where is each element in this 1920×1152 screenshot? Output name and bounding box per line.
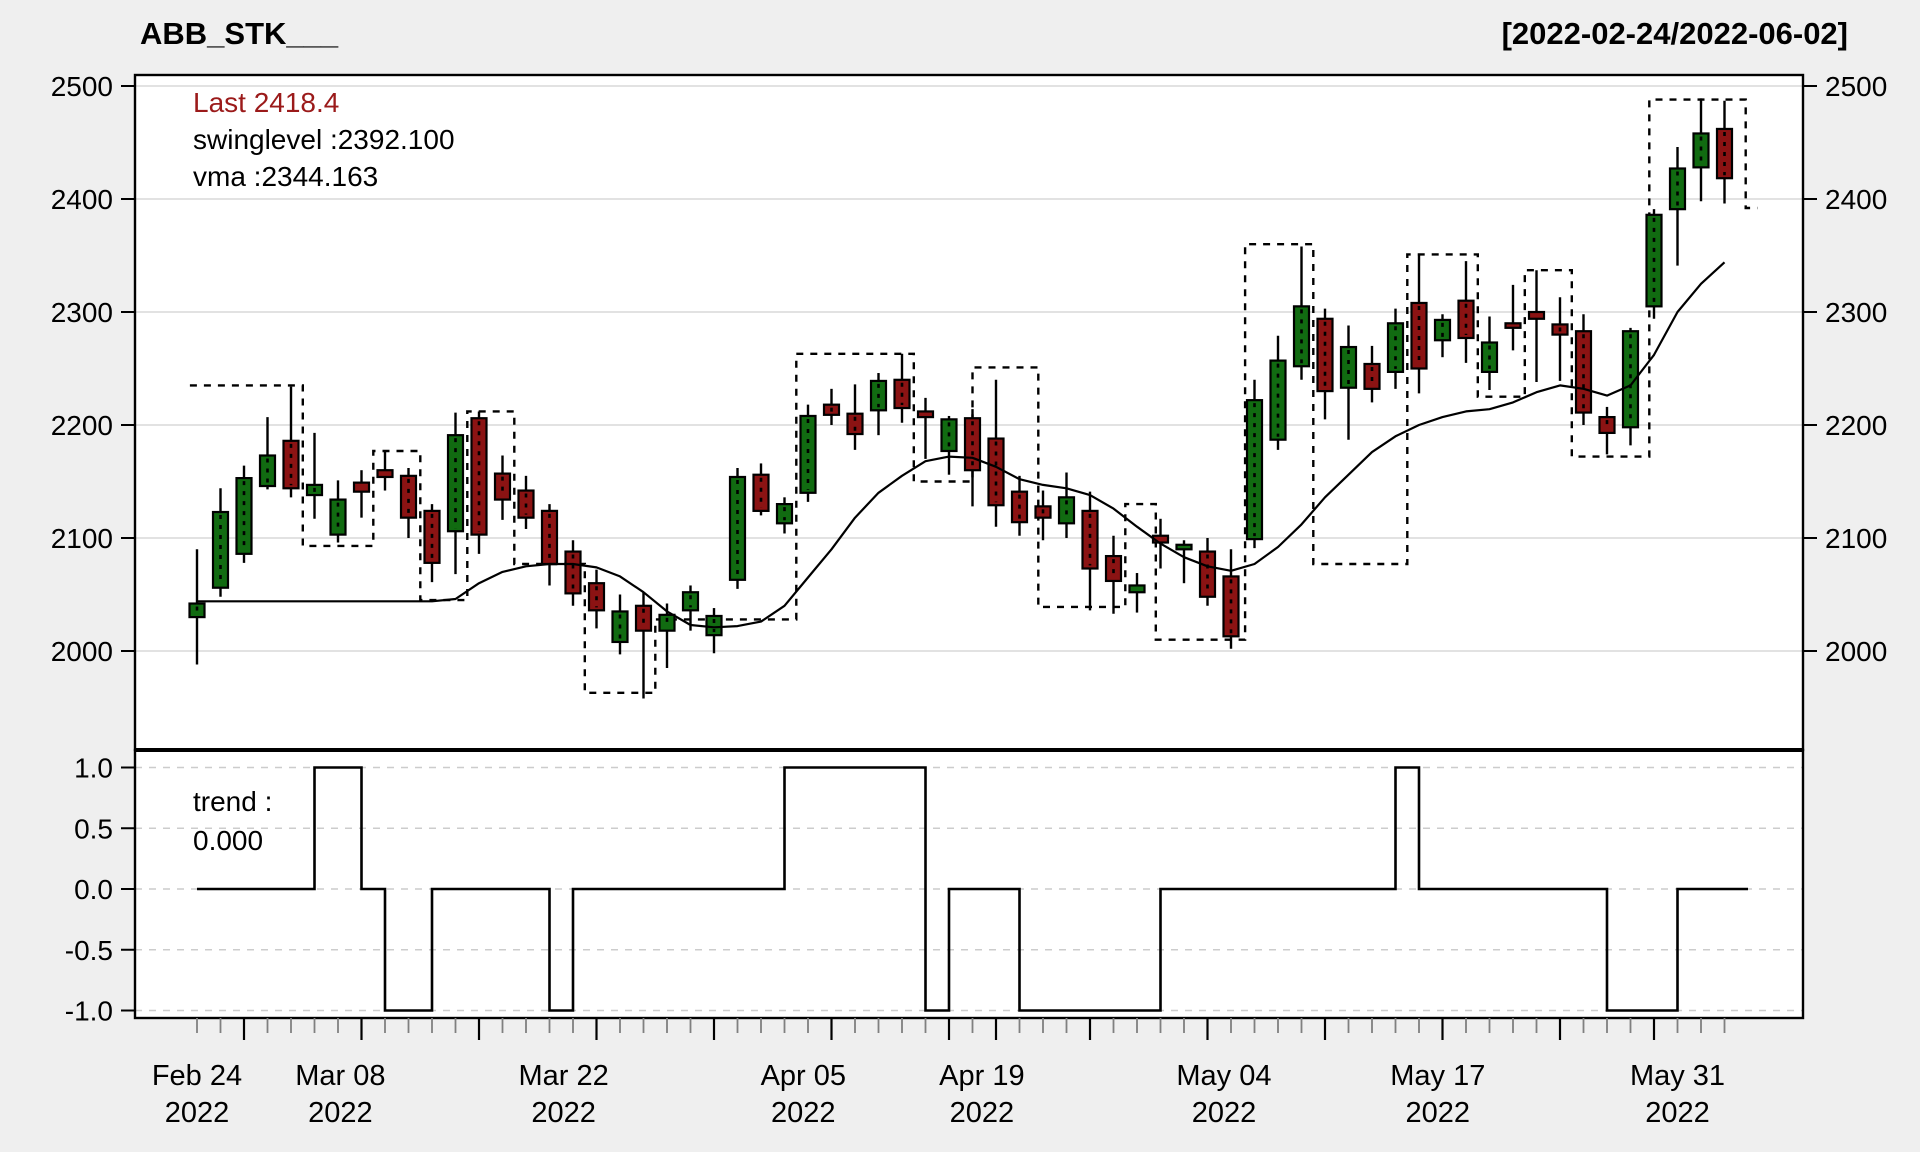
x-axis-date-label: Mar 22 [518, 1060, 608, 1092]
x-axis-year-label: 2022 [165, 1097, 230, 1129]
candle-body-down [1529, 312, 1544, 319]
candle-body-up [1177, 545, 1192, 550]
candle-body-down [1224, 576, 1239, 636]
right-price-label: 2500 [1825, 71, 1887, 102]
x-axis-date-label: May 31 [1630, 1060, 1725, 1092]
candle-body-down [1576, 331, 1591, 412]
x-axis-year-label: 2022 [1192, 1097, 1257, 1129]
candle-body-up [1294, 306, 1309, 366]
date-range-label: [2022-02-24/2022-06-02] [1502, 16, 1848, 52]
left-price-label: 2100 [51, 523, 113, 554]
x-axis-year-label: 2022 [950, 1097, 1015, 1129]
trend-tick-label: -1.0 [65, 996, 113, 1027]
candle-body-up [660, 615, 675, 631]
trend-tick-label: 0.5 [74, 813, 113, 844]
x-axis-date-label: May 04 [1176, 1060, 1271, 1092]
x-axis-date-label: Mar 08 [295, 1060, 385, 1092]
chart-window: ABB_STK___ [2022-02-24/2022-06-02] 2500 2… [0, 0, 1920, 1152]
indicator-legend: Last 2418.4 swinglevel :2392.100 vma :23… [193, 84, 455, 195]
x-axis-date-label: May 17 [1390, 1060, 1485, 1092]
left-price-label: 2000 [51, 636, 113, 667]
candle-body-up [1271, 361, 1286, 440]
candle-body-down [918, 411, 933, 417]
right-price-label: 2200 [1825, 410, 1887, 441]
x-axis-year-label: 2022 [1406, 1097, 1471, 1129]
x-axis-date-label: Apr 19 [939, 1060, 1024, 1092]
trend-tick-label: -0.5 [65, 935, 113, 966]
right-price-label: 2300 [1825, 297, 1887, 328]
left-price-label: 2300 [51, 297, 113, 328]
candle-body-up [1130, 585, 1145, 592]
legend-vma: vma :2344.163 [193, 158, 455, 195]
left-price-label: 2400 [51, 184, 113, 215]
x-axis-year-label: 2022 [531, 1097, 596, 1129]
left-price-label: 2200 [51, 410, 113, 441]
candle-body-down [1600, 417, 1615, 433]
legend-last-value: Last 2418.4 [193, 84, 455, 121]
x-axis-date-label: Apr 05 [761, 1060, 846, 1092]
trend-tick-label: 1.0 [74, 753, 113, 784]
right-price-label: 2400 [1825, 184, 1887, 215]
right-price-label: 2100 [1825, 523, 1887, 554]
candle-body-down [1506, 323, 1521, 328]
x-axis-date-label: Feb 24 [152, 1060, 242, 1092]
x-axis-year-label: 2022 [308, 1097, 373, 1129]
candle-body-down [472, 418, 487, 534]
candle-body-up [683, 592, 698, 610]
plot-background [135, 75, 1803, 1018]
left-price-label: 2500 [51, 71, 113, 102]
trend-panel-label: trend : 0.000 [193, 782, 272, 860]
trend-label-line1: trend : [193, 782, 272, 821]
candle-body-up [777, 504, 792, 523]
candle-body-down [1083, 511, 1098, 569]
right-price-label: 2000 [1825, 636, 1887, 667]
legend-swinglevel: swinglevel :2392.100 [193, 121, 455, 158]
trend-label-line2: 0.000 [193, 821, 272, 860]
trend-tick-label: 0.0 [74, 874, 113, 905]
x-axis-year-label: 2022 [1645, 1097, 1710, 1129]
candle-body-down [354, 483, 369, 492]
x-axis-year-label: 2022 [771, 1097, 836, 1129]
candle-body-up [707, 616, 722, 635]
candle-body-down [378, 470, 393, 477]
chart-title: ABB_STK___ [140, 16, 338, 52]
candle-body-up [1247, 400, 1262, 539]
